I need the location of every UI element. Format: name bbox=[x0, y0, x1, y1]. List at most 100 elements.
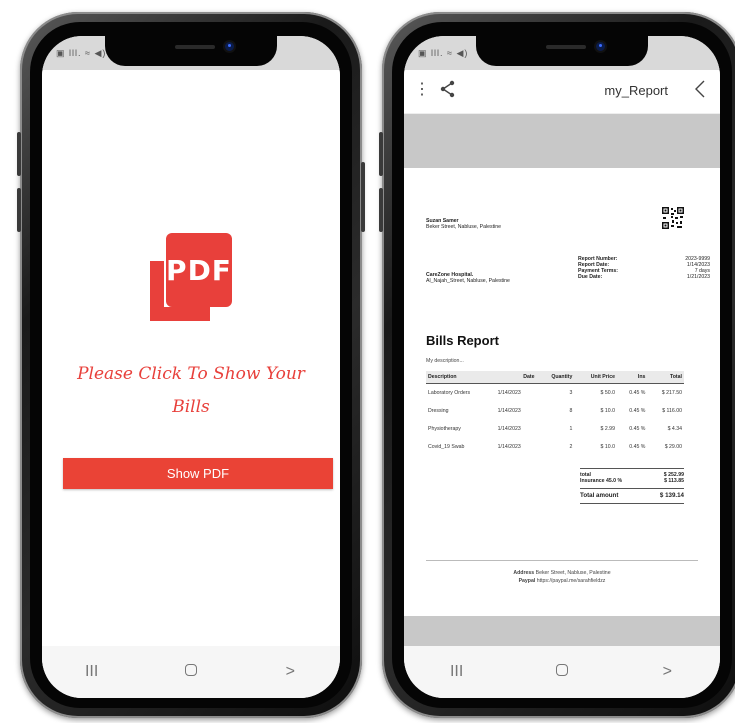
bills-prompt-line2: Bills bbox=[172, 397, 210, 417]
left-phone-screen: ▣ lll. ≈ ◀) PDF Please Click To Show You… bbox=[42, 36, 340, 698]
col-quantity: Quantity bbox=[536, 371, 575, 384]
home-button[interactable] bbox=[171, 663, 211, 681]
cell: $ 10.0 bbox=[600, 444, 615, 450]
table-row: Laboratory Orders 1/14/2023 3 $ 50.0 0.4… bbox=[426, 384, 684, 403]
report-description: My description... bbox=[426, 358, 464, 364]
pdf-page: Suzan Samer Beker Street, Nabluse, Pales… bbox=[404, 168, 720, 616]
cell: $ 4.34 bbox=[667, 426, 682, 432]
cell: 1/14/2023 bbox=[497, 390, 521, 396]
pdf-logo-icon: PDF bbox=[150, 233, 240, 333]
footer-paypal-label: Paypal bbox=[518, 578, 536, 584]
cell: $ 10.0 bbox=[600, 408, 615, 414]
cell: $ 50.0 bbox=[600, 390, 615, 396]
speaker bbox=[175, 45, 215, 49]
report-title: Bills Report bbox=[426, 333, 499, 348]
col-total: Total bbox=[647, 371, 684, 384]
totals-divider bbox=[580, 503, 684, 504]
cell: 0.45 % bbox=[629, 426, 646, 432]
totals-divider bbox=[580, 468, 684, 469]
col-description: Description bbox=[426, 371, 496, 384]
pdf-viewer[interactable]: Suzan Samer Beker Street, Nabluse, Pales… bbox=[404, 114, 720, 646]
meta-label: Due Date: bbox=[578, 274, 603, 280]
total-amount-label: Total amount bbox=[580, 492, 619, 499]
share-icon[interactable] bbox=[440, 80, 456, 98]
speaker bbox=[546, 45, 586, 49]
right-phone-screen: ▣ lll. ≈ ◀) ⋮ my_Report Suzan Samer Beke… bbox=[404, 36, 720, 698]
cell: 1/14/2023 bbox=[497, 426, 521, 432]
pdf-logo-shadow-horizontal bbox=[150, 307, 210, 321]
cell: 0.45 % bbox=[629, 444, 646, 450]
home-button[interactable] bbox=[542, 663, 582, 681]
totals-divider bbox=[580, 488, 684, 489]
totals-block: total $ 252.99 Insurance 45.0 % $ 113.85… bbox=[580, 464, 684, 507]
status-icons: ▣ lll. ≈ ◀) bbox=[418, 48, 469, 58]
col-date: Date bbox=[495, 371, 537, 384]
left-phone-frame: ▣ lll. ≈ ◀) PDF Please Click To Show You… bbox=[17, 12, 365, 718]
cell: 1/14/2023 bbox=[497, 408, 521, 414]
cell: $ 2.99 bbox=[600, 426, 615, 432]
cell: Physiotherapy bbox=[428, 426, 461, 432]
footer-address: Beker Street, Nabluse, Palestine bbox=[535, 570, 611, 576]
table-header-row: Description Date Quantity Unit Price Ins… bbox=[426, 371, 684, 384]
footer-paypal-line: Paypal https://paypal.me/sarahfieldzz bbox=[404, 577, 720, 585]
cell: 3 bbox=[569, 390, 573, 396]
back-button[interactable]: > bbox=[270, 663, 310, 681]
cell: 2 bbox=[569, 444, 573, 450]
table-row: Physiotherapy 1/14/2023 1 $ 2.99 0.45 % … bbox=[426, 420, 684, 438]
notch bbox=[476, 36, 648, 66]
footer-divider bbox=[426, 560, 698, 561]
right-phone-volume-up bbox=[379, 132, 383, 176]
more-options-icon[interactable]: ⋮ bbox=[414, 79, 430, 99]
pdf-viewer-toolbar: ⋮ my_Report bbox=[404, 70, 720, 114]
pdf-logo-label: PDF bbox=[166, 233, 232, 307]
home-icon bbox=[555, 664, 568, 676]
customer-block: Suzan Samer Beker Street, Nabluse, Pales… bbox=[426, 218, 501, 230]
cell: Laboratory Orders bbox=[428, 390, 471, 396]
cell: $ 217.50 bbox=[661, 390, 682, 396]
notch bbox=[105, 36, 277, 66]
right-phone-frame: ▣ lll. ≈ ◀) ⋮ my_Report Suzan Samer Beke… bbox=[379, 12, 735, 718]
items-table: Description Date Quantity Unit Price Ins… bbox=[426, 371, 684, 456]
table-row: Covid_19 Swab 1/14/2023 2 $ 10.0 0.45 % … bbox=[426, 438, 684, 456]
cell: 8 bbox=[569, 408, 573, 414]
cell: 0.45 % bbox=[629, 408, 646, 414]
insurance-row: Insurance 45.0 % $ 113.85 bbox=[580, 478, 684, 484]
table-row: Dressing 1/14/2023 8 $ 10.0 0.45 % $ 116… bbox=[426, 402, 684, 420]
cell: Covid_19 Swab bbox=[428, 444, 465, 450]
cell: $ 29.00 bbox=[664, 444, 682, 450]
col-ins: Ins bbox=[616, 371, 648, 384]
back-button[interactable]: > bbox=[647, 663, 687, 681]
cell: Dressing bbox=[428, 408, 449, 414]
report-meta-labels: Report Number: Report Date: Payment Term… bbox=[578, 256, 618, 280]
meta-value: 1/21/2023 bbox=[686, 274, 710, 280]
back-chevron-icon[interactable] bbox=[694, 79, 706, 99]
front-camera bbox=[596, 42, 605, 51]
total-amount-row: Total amount $ 139.14 bbox=[580, 492, 684, 499]
recents-button[interactable]: III bbox=[437, 663, 477, 681]
bills-prompt: Please Click To Show Your Bills bbox=[42, 358, 340, 424]
cell: $ 116.00 bbox=[662, 408, 682, 414]
hospital-block: CareZone Hospital. Al_Najah_Street, Nabl… bbox=[426, 272, 510, 284]
system-nav-bar: III > bbox=[42, 646, 340, 698]
total-amount-value: $ 139.14 bbox=[659, 492, 684, 499]
bills-prompt-line1: Please Click To Show Your bbox=[77, 364, 305, 384]
home-icon bbox=[184, 664, 197, 676]
cell: 0.45 % bbox=[629, 390, 646, 396]
right-phone-volume-down bbox=[379, 188, 383, 232]
insurance-value: $ 113.85 bbox=[664, 478, 684, 484]
system-nav-bar: III > bbox=[404, 646, 720, 698]
left-phone-volume-down bbox=[17, 188, 21, 232]
footer-address-line: Address Beker Street, Nabluse, Palestine bbox=[404, 569, 720, 577]
show-pdf-button[interactable]: Show PDF bbox=[63, 458, 333, 489]
customer-address: Beker Street, Nabluse, Palestine bbox=[426, 224, 501, 230]
bills-home-screen: PDF Please Click To Show Your Bills Show… bbox=[42, 70, 340, 646]
left-phone-power bbox=[361, 162, 365, 232]
insurance-label: Insurance 45.0 % bbox=[580, 478, 623, 484]
recents-button[interactable]: III bbox=[72, 663, 112, 681]
cell: 1 bbox=[569, 426, 573, 432]
toolbar-title: my_Report bbox=[604, 83, 668, 98]
front-camera bbox=[225, 42, 234, 51]
report-footer: Address Beker Street, Nabluse, Palestine… bbox=[404, 569, 720, 585]
hospital-address: Al_Najah_Street, Nabluse, Palestine bbox=[426, 278, 510, 284]
footer-address-label: Address bbox=[513, 570, 535, 576]
